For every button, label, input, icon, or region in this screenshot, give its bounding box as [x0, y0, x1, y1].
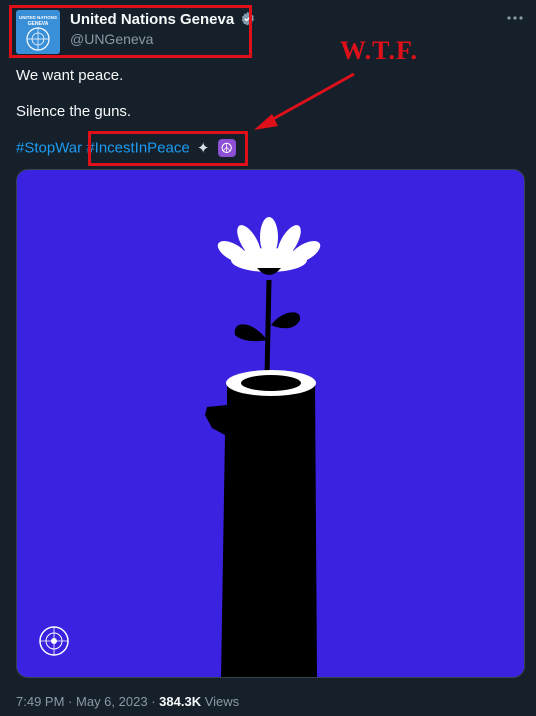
tweet-date[interactable]: May 6, 2023 [76, 694, 148, 709]
un-emblem-icon [39, 626, 69, 656]
highlight-box-account [9, 5, 252, 58]
flower-gun-illustration [17, 170, 524, 677]
views-count: 384.3K [159, 694, 202, 709]
tweet-time[interactable]: 7:49 PM [16, 694, 64, 709]
annotation-arrow-icon [254, 72, 355, 130]
views-label: Views [204, 694, 240, 709]
tweet-line-2: Silence the guns. [16, 103, 132, 120]
highlight-box-hashtag [88, 131, 248, 166]
tweet-line-1: We want peace. [16, 67, 124, 84]
tweet-meta: 7:49 PM · May 6, 2023 · 384.3K Views [16, 694, 240, 709]
more-horizontal-icon [507, 16, 523, 20]
hashtag-stopwar[interactable]: #StopWar [16, 140, 82, 157]
annotation-text: W.T.F. [340, 36, 419, 65]
more-options-button[interactable] [506, 9, 524, 32]
tweet-media-image[interactable] [16, 169, 525, 678]
